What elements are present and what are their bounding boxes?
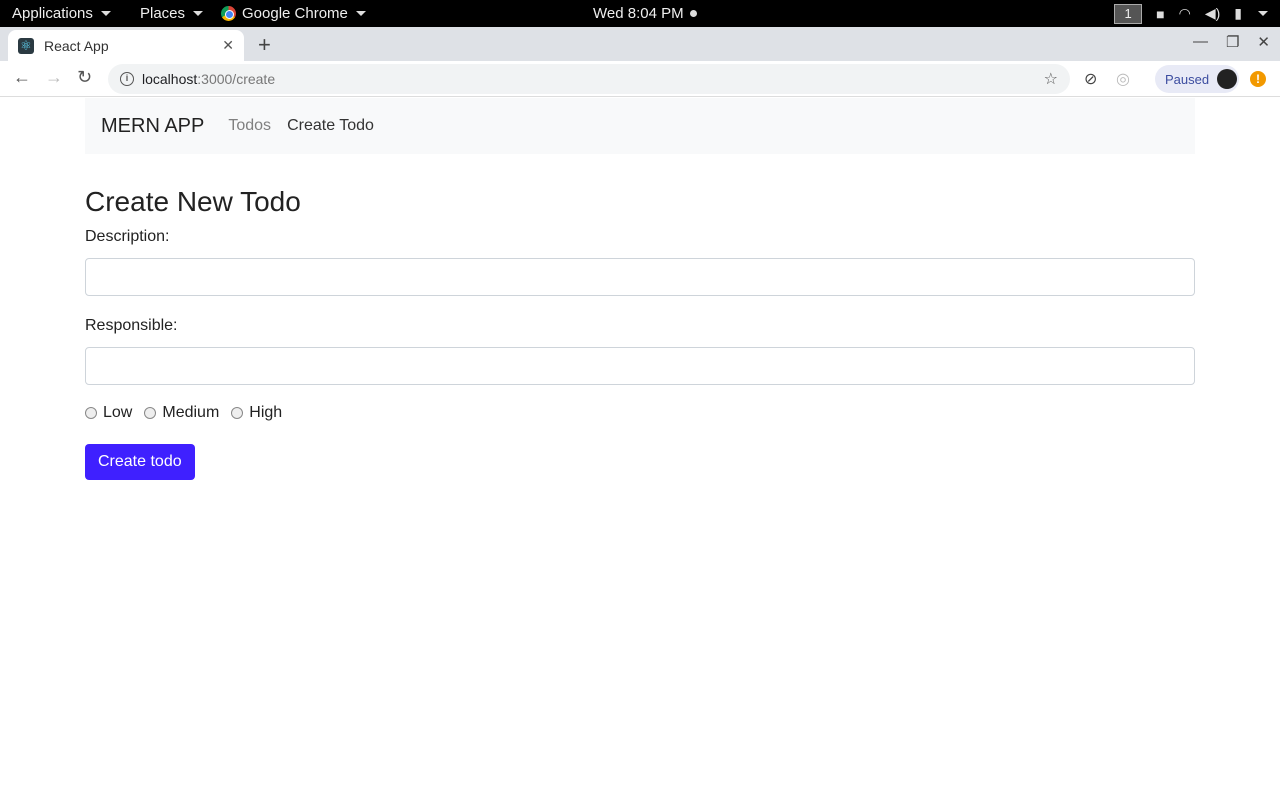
chevron-down-icon [100,11,111,16]
camera-icon: ■ [1156,5,1165,22]
notification-dot-icon [689,10,697,17]
battery-icon: ▮ [1234,5,1242,21]
window-controls: — ❐ ✕ [1193,33,1270,51]
places-menu[interactable]: Places [140,0,204,27]
responsible-input[interactable] [85,347,1195,385]
back-button[interactable]: ← [13,67,31,88]
system-top-bar: Applications Places Google Chrome Wed 8:… [0,0,1280,27]
priority-high-option[interactable]: High [231,404,282,422]
close-window-icon[interactable]: ✕ [1257,33,1270,51]
workspace-indicator[interactable]: 1 [1114,3,1143,24]
tab-strip: ⚛ React App ✕ + — ❐ ✕ [0,27,1280,61]
create-todo-button[interactable]: Create todo [85,444,195,480]
radio-low[interactable] [85,407,97,419]
close-tab-icon[interactable]: ✕ [222,37,234,54]
profile-button[interactable]: Paused [1155,65,1239,93]
responsible-label: Responsible: [85,317,178,334]
address-bar[interactable]: i localhost:3000/create ☆ [108,64,1070,94]
system-tray[interactable]: 1 ■ ◠ ◀) ▮ [1114,0,1268,27]
minimize-icon[interactable]: — [1193,33,1208,51]
brand-link[interactable]: MERN APP [101,115,204,138]
priority-low-option[interactable]: Low [85,404,132,422]
info-icon[interactable]: i [120,72,134,86]
radio-medium[interactable] [144,407,157,419]
extension-icon[interactable]: ⊘ [1084,69,1097,89]
url-host: localhost [142,71,198,87]
chrome-icon [221,6,236,21]
bookmark-star-icon[interactable]: ☆ [1044,69,1058,89]
nav-link-todos[interactable]: Todos [228,117,271,135]
chevron-down-icon [193,11,204,16]
warning-icon[interactable]: ! [1250,71,1266,87]
restore-icon[interactable]: ❐ [1226,33,1239,51]
app-menu[interactable]: Google Chrome [221,0,366,27]
reload-button[interactable]: ↻ [77,67,92,88]
url-path: :3000/create [197,71,276,87]
description-label: Description: [85,228,170,245]
react-icon: ⚛ [18,37,34,54]
radio-high[interactable] [231,407,244,419]
new-tab-button[interactable]: + [258,32,271,58]
clock[interactable]: Wed 8:04 PM [593,0,697,27]
chevron-down-icon [355,11,366,16]
page-title: Create New Todo [85,186,301,217]
description-input[interactable] [85,258,1195,296]
browser-toolbar: ← → ↻ i localhost:3000/create ☆ ⊘ ◎ Paus… [0,61,1280,97]
tab-react-app[interactable]: ⚛ React App ✕ [8,30,244,61]
priority-medium-option[interactable]: Medium [144,404,219,422]
applications-menu[interactable]: Applications [12,0,111,27]
page-content: MERN APP Todos Create Todo Create New To… [0,98,1280,800]
nav-link-create-todo[interactable]: Create Todo [287,117,374,135]
avatar [1217,69,1238,89]
volume-icon: ◀) [1204,5,1221,21]
chevron-down-icon [1258,11,1268,16]
app-navbar: MERN APP Todos Create Todo [85,98,1195,154]
forward-button[interactable]: → [45,67,63,88]
priority-radio-group: Low Medium High [85,404,1195,422]
extension-clock-icon[interactable]: ◎ [1116,69,1130,89]
create-todo-form: Create New Todo Description: Responsible… [85,186,1195,480]
wifi-icon: ◠ [1178,5,1191,21]
